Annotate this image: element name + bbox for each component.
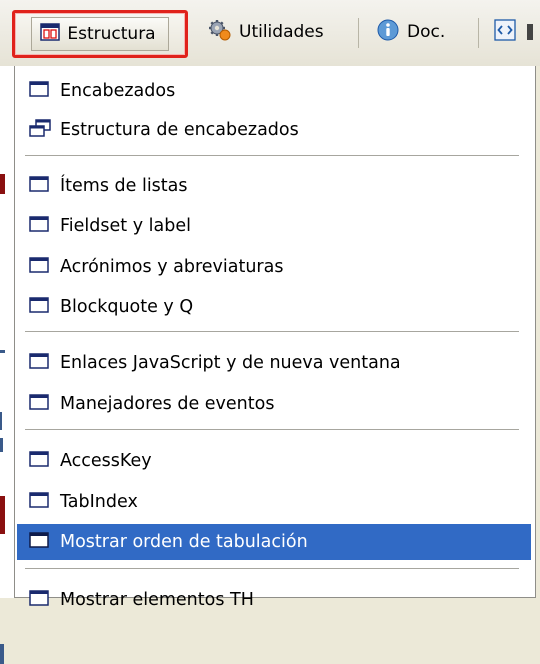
window-icon bbox=[29, 215, 51, 237]
menu-item-label: AccessKey bbox=[60, 451, 152, 471]
menu-item-estructura-encabezados[interactable]: Estructura de encabezados bbox=[17, 112, 531, 148]
toolbar-divider bbox=[358, 18, 359, 48]
menu-item-elementos-th[interactable]: Mostrar elementos TH bbox=[17, 582, 531, 618]
menu-item-enlaces-javascript[interactable]: Enlaces JavaScript y de nueva ventana bbox=[17, 345, 531, 381]
window-icon bbox=[29, 450, 51, 472]
menu-item-items-listas[interactable]: Ítems de listas bbox=[17, 168, 531, 204]
estructura-label: Estructura bbox=[67, 24, 156, 44]
doc-label: Doc. bbox=[407, 22, 446, 42]
menu-item-blockquote[interactable]: Blockquote y Q bbox=[17, 289, 531, 325]
page-fragment bbox=[0, 174, 5, 194]
window-icon bbox=[29, 80, 51, 102]
info-icon bbox=[376, 19, 400, 46]
menu-item-tabindex[interactable]: TabIndex bbox=[17, 484, 531, 520]
menu-separator bbox=[25, 429, 519, 431]
doc-button[interactable]: Doc. bbox=[376, 15, 445, 49]
menu-item-label: Fieldset y label bbox=[60, 216, 191, 236]
window-icon bbox=[29, 352, 51, 374]
page-fragment bbox=[0, 438, 3, 452]
code-button[interactable] bbox=[494, 15, 523, 49]
window-icon bbox=[29, 531, 51, 553]
menu-separator bbox=[25, 568, 519, 570]
menu-separator bbox=[25, 331, 519, 333]
menu-item-label: Ítems de listas bbox=[60, 176, 188, 196]
nested-windows-icon bbox=[29, 118, 51, 142]
estructura-menu: Encabezados Estructura de encabezados Ít… bbox=[14, 66, 536, 610]
toolbar-divider bbox=[478, 18, 479, 48]
page-fragment bbox=[0, 412, 2, 430]
menu-item-label: TabIndex bbox=[60, 492, 138, 512]
menu-item-manejadores[interactable]: Manejadores de eventos bbox=[17, 386, 531, 422]
truncated-glyph bbox=[527, 24, 533, 40]
gear-icon bbox=[208, 19, 232, 46]
utilidades-label: Utilidades bbox=[239, 22, 324, 42]
window-icon bbox=[29, 589, 51, 611]
menu-item-label: Manejadores de eventos bbox=[60, 394, 275, 414]
window-icon bbox=[29, 491, 51, 513]
window-icon bbox=[29, 393, 51, 415]
menu-item-label: Enlaces JavaScript y de nueva ventana bbox=[60, 353, 401, 373]
menu-item-encabezados[interactable]: Encabezados bbox=[17, 73, 531, 109]
window-icon bbox=[29, 175, 51, 197]
estructura-button[interactable]: Estructura bbox=[12, 10, 188, 58]
menu-item-accesskey[interactable]: AccessKey bbox=[17, 443, 531, 479]
window-icon bbox=[29, 256, 51, 278]
code-icon bbox=[494, 18, 516, 46]
menu-item-label: Acrónimos y abreviaturas bbox=[60, 257, 284, 277]
menu-separator bbox=[25, 155, 519, 157]
structure-icon bbox=[40, 22, 61, 46]
window-icon bbox=[29, 296, 51, 318]
menu-item-orden-tabulacion[interactable]: Mostrar orden de tabulación bbox=[17, 524, 531, 560]
menu-item-label: Encabezados bbox=[60, 81, 176, 101]
page-fragment bbox=[0, 644, 4, 664]
utilidades-button[interactable]: Utilidades bbox=[208, 15, 324, 49]
menu-item-label: Estructura de encabezados bbox=[60, 120, 299, 140]
menu-item-label: Mostrar orden de tabulación bbox=[60, 532, 308, 552]
menu-item-acronimos[interactable]: Acrónimos y abreviaturas bbox=[17, 249, 531, 285]
page-fragment bbox=[0, 496, 5, 534]
page-fragment bbox=[0, 350, 5, 353]
menu-item-fieldset-label[interactable]: Fieldset y label bbox=[17, 208, 531, 244]
menu-item-label: Mostrar elementos TH bbox=[60, 590, 254, 610]
toolbar: Estructura Utilidades Doc. bbox=[0, 0, 540, 66]
menu-item-label: Blockquote y Q bbox=[60, 297, 194, 317]
